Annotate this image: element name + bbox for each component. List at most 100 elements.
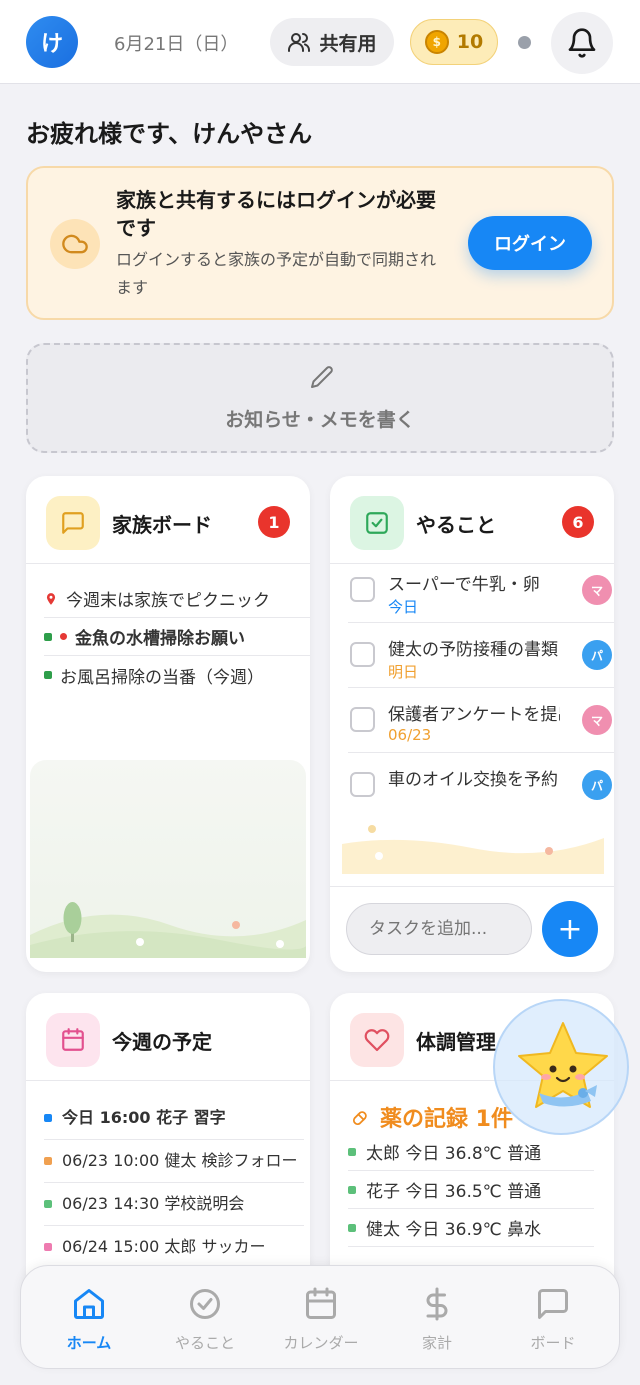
todo-text: スーパーで牛乳・卵 bbox=[388, 575, 540, 595]
health-marker bbox=[348, 1147, 356, 1156]
family-board-badge: 1 bbox=[258, 506, 290, 538]
todo-text: 健太の予防接種の書類 bbox=[388, 640, 558, 660]
heart-icon bbox=[350, 1013, 404, 1067]
schedule-item[interactable]: 06/24 15:00 太郎 サッカー bbox=[44, 1226, 304, 1269]
board-item[interactable]: 今週末は家族でピクニック bbox=[44, 580, 310, 618]
tab-label: 家計 bbox=[421, 1334, 452, 1352]
tab-board[interactable]: ボード bbox=[495, 1266, 611, 1370]
category-marker bbox=[44, 632, 52, 641]
urgent-dot bbox=[60, 633, 67, 640]
task-input[interactable] bbox=[346, 903, 532, 955]
assignee-avatar: パ bbox=[582, 640, 612, 670]
todo-item[interactable]: スーパーで牛乳・卵 今日 マ bbox=[348, 558, 614, 623]
event-marker bbox=[44, 1157, 52, 1165]
board-item-text: お風呂掃除の当番（今週） bbox=[60, 667, 264, 688]
tab-label: やること bbox=[174, 1334, 235, 1352]
board-item[interactable]: お風呂掃除の当番（今週） bbox=[44, 656, 310, 694]
memo-label: お知らせ・メモを書く bbox=[225, 409, 415, 431]
board-item-text: 金魚の水槽掃除お願い bbox=[75, 629, 245, 649]
checkbox-icon bbox=[350, 496, 404, 550]
schedule-item[interactable]: 06/23 10:00 健太 検診フォロー bbox=[44, 1140, 304, 1183]
current-date: 6月21日（日） bbox=[114, 34, 239, 55]
tab-label: カレンダー bbox=[283, 1334, 359, 1352]
event-marker bbox=[44, 1114, 52, 1122]
category-marker bbox=[44, 671, 52, 679]
tab-todo[interactable]: やること bbox=[147, 1266, 263, 1370]
bell-icon bbox=[568, 28, 596, 58]
family-board-list: 今週末は家族でピクニック 金魚の水槽掃除お願い お風呂掃除の当番（今週） bbox=[44, 580, 310, 694]
assignee-avatar: マ bbox=[582, 705, 612, 735]
schedule-text: 06/24 15:00 太郎 サッカー bbox=[62, 1237, 266, 1256]
event-marker bbox=[44, 1200, 52, 1208]
schedule-text: 今日 16:00 花子 習字 bbox=[62, 1108, 226, 1127]
login-button[interactable]: ログイン bbox=[468, 216, 592, 270]
add-task-button[interactable]: + bbox=[542, 901, 598, 957]
tab-home[interactable]: ホーム bbox=[31, 1266, 147, 1370]
health-marker bbox=[348, 1185, 356, 1194]
medicine-record[interactable]: 薬の記録 1件 bbox=[352, 1101, 513, 1133]
tab-budget[interactable]: 家計 bbox=[379, 1266, 495, 1370]
check-circle-icon bbox=[190, 1289, 220, 1319]
event-marker bbox=[44, 1243, 52, 1251]
todo-header: やること 6 bbox=[330, 476, 614, 564]
notifications-button[interactable] bbox=[551, 12, 613, 74]
health-item[interactable]: 太郎 今日 36.8℃ 普通 bbox=[348, 1133, 594, 1171]
family-board-header: 家族ボード 1 bbox=[26, 476, 310, 564]
cloud-icon bbox=[50, 219, 100, 269]
todo-add-row: + bbox=[330, 886, 614, 972]
star-mascot-button[interactable] bbox=[493, 999, 629, 1135]
todo-list: スーパーで牛乳・卵 今日 マ 健太の予防接種の書類 明日 パ 保護者アンケートを… bbox=[348, 558, 614, 818]
schedule-list: 今日 16:00 花子 習字 06/23 10:00 健太 検診フォロー 06/… bbox=[44, 1097, 304, 1269]
app-header: け 6月21日（日） 共有用 $ 10 bbox=[0, 0, 640, 84]
health-list: 太郎 今日 36.8℃ 普通 花子 今日 36.5℃ 普通 健太 今日 36.9… bbox=[348, 1133, 594, 1247]
todo-item[interactable]: 車のオイル交換を予約 パ bbox=[348, 753, 614, 818]
home-icon bbox=[74, 1289, 104, 1319]
login-prompt-card: 家族と共有するにはログインが必要です ログインすると家族の予定が自動で同期されま… bbox=[26, 166, 614, 320]
share-mode-button[interactable]: 共有用 bbox=[270, 18, 394, 66]
health-text: 花子 今日 36.5℃ 普通 bbox=[366, 1182, 542, 1202]
schedule-item[interactable]: 今日 16:00 花子 習字 bbox=[44, 1097, 304, 1140]
write-memo-button[interactable]: お知らせ・メモを書く bbox=[26, 343, 614, 453]
tab-label: ホーム bbox=[66, 1334, 112, 1352]
pin-icon bbox=[46, 592, 56, 605]
family-board-card[interactable]: 家族ボード 1 今週末は家族でピクニック 金魚の水槽掃除お願い お風呂掃除の当番… bbox=[26, 476, 310, 972]
greeting: お疲れ様です、けんやさん bbox=[26, 120, 313, 148]
health-item[interactable]: 花子 今日 36.5℃ 普通 bbox=[348, 1171, 594, 1209]
todo-badge: 6 bbox=[562, 506, 594, 538]
dollar-icon bbox=[426, 1287, 448, 1321]
board-item[interactable]: 金魚の水槽掃除お願い bbox=[44, 618, 310, 656]
todo-item[interactable]: 健太の予防接種の書類 明日 パ bbox=[348, 623, 614, 688]
schedule-header: 今週の予定 bbox=[26, 993, 310, 1081]
todo-item[interactable]: 保護者アンケートを提出 06/23 マ bbox=[348, 688, 614, 753]
assignee-avatar: マ bbox=[582, 575, 612, 605]
todo-checkbox[interactable] bbox=[350, 642, 375, 667]
login-description: ログインすると家族の予定が自動で同期されます bbox=[116, 250, 437, 297]
todo-checkbox[interactable] bbox=[350, 577, 375, 602]
schedule-card[interactable]: 今週の予定 今日 16:00 花子 習字 06/23 10:00 健太 検診フォ… bbox=[26, 993, 310, 1293]
health-text: 健太 今日 36.9℃ 鼻水 bbox=[366, 1220, 542, 1240]
todo-card[interactable]: やること 6 スーパーで牛乳・卵 今日 マ 健太の予防接種の書類 明日 パ 保護… bbox=[330, 476, 614, 972]
family-board-title: 家族ボード bbox=[112, 513, 212, 537]
board-item-text: 今週末は家族でピクニック bbox=[66, 591, 270, 611]
todo-checkbox[interactable] bbox=[350, 772, 375, 797]
share-label: 共有用 bbox=[319, 32, 377, 55]
coin-count: 10 bbox=[456, 31, 484, 53]
pill-icon bbox=[353, 1111, 367, 1125]
schedule-item[interactable]: 06/23 14:30 学校説明会 bbox=[44, 1183, 304, 1226]
todo-checkbox[interactable] bbox=[350, 707, 375, 732]
coin-icon: $ bbox=[424, 30, 449, 54]
health-item[interactable]: 健太 今日 36.9℃ 鼻水 bbox=[348, 1209, 594, 1247]
todo-due: 06/23 bbox=[388, 726, 432, 744]
calendar-icon bbox=[46, 1013, 100, 1067]
assignee-avatar: パ bbox=[582, 770, 612, 800]
coin-counter[interactable]: $ 10 bbox=[410, 19, 498, 65]
todo-text: 保護者アンケートを提出 bbox=[388, 705, 560, 725]
schedule-text: 06/23 14:30 学校説明会 bbox=[62, 1194, 245, 1213]
user-avatar[interactable]: け bbox=[26, 16, 78, 68]
todo-title: やること bbox=[416, 513, 496, 537]
bottom-tab-bar: ホーム やること カレンダー 家計 ボード bbox=[20, 1265, 620, 1369]
tab-calendar[interactable]: カレンダー bbox=[263, 1266, 379, 1370]
health-title: 体調管理 bbox=[416, 1030, 496, 1054]
message-icon bbox=[46, 496, 100, 550]
schedule-title: 今週の予定 bbox=[112, 1030, 212, 1054]
